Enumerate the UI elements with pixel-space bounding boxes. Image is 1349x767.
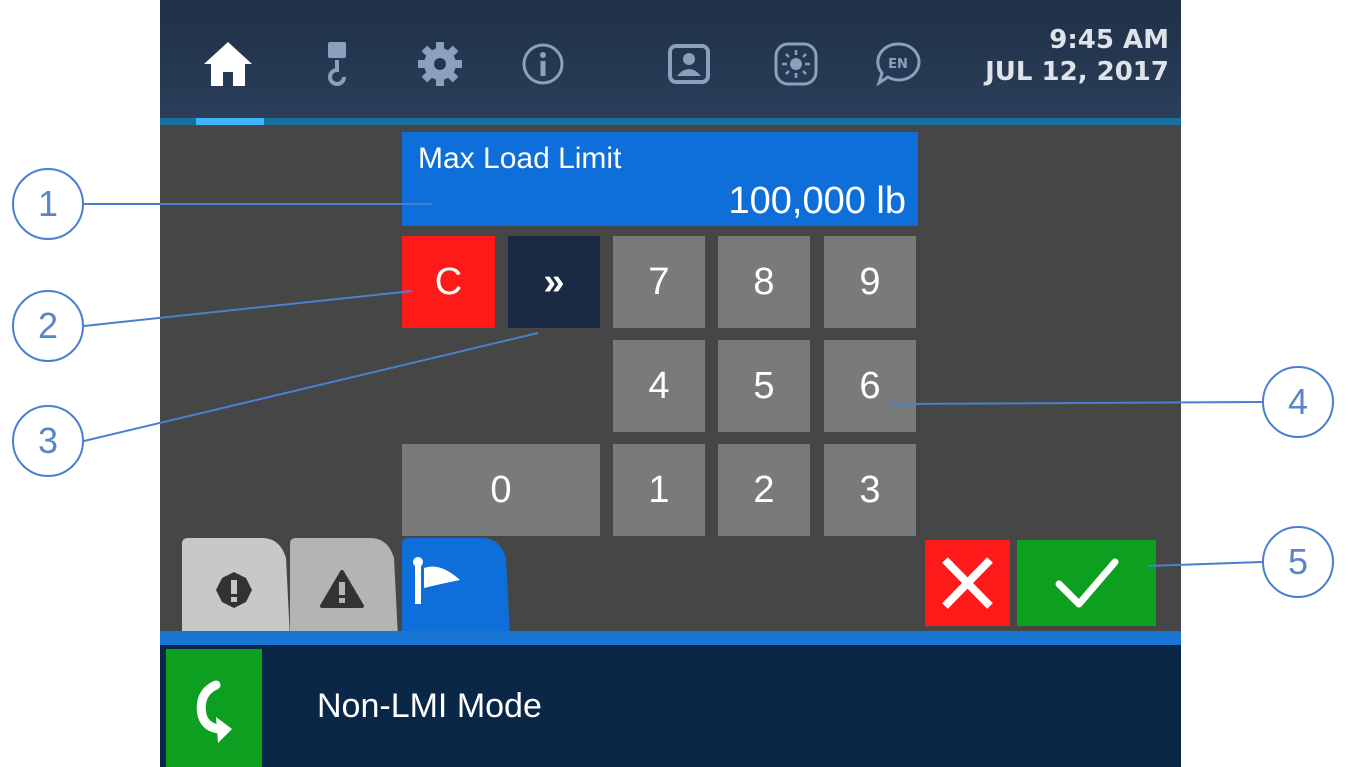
status-divider <box>160 631 1181 645</box>
checkmark-icon <box>1055 558 1119 608</box>
tab-alarms[interactable] <box>182 538 292 638</box>
key-8[interactable]: 8 <box>718 236 810 328</box>
mode-button[interactable] <box>166 649 262 767</box>
callout-3: 3 <box>12 405 84 477</box>
cancel-button[interactable] <box>925 540 1010 626</box>
date-display: JUL 12, 2017 <box>985 57 1169 87</box>
clear-key[interactable]: C <box>402 236 495 328</box>
active-tab-indicator <box>196 118 264 125</box>
language-icon[interactable]: EN <box>870 36 926 92</box>
home-icon[interactable] <box>200 36 256 92</box>
time-display: 9:45 AM <box>1049 25 1169 55</box>
gear-icon[interactable] <box>412 36 468 92</box>
key-1[interactable]: 1 <box>613 444 705 536</box>
key-3[interactable]: 3 <box>824 444 916 536</box>
callout-2: 2 <box>12 290 84 362</box>
next-key[interactable]: » <box>508 236 600 328</box>
crane-hook-icon[interactable] <box>310 36 346 92</box>
close-icon <box>942 557 993 609</box>
operator-icon[interactable] <box>662 36 718 92</box>
max-load-limit-field[interactable]: Max Load Limit 100,000 lb <box>402 132 918 226</box>
language-badge: EN <box>888 57 908 72</box>
field-label: Max Load Limit <box>418 142 622 175</box>
key-5[interactable]: 5 <box>718 340 810 432</box>
key-6[interactable]: 6 <box>824 340 916 432</box>
clock: 9:45 AM JUL 12, 2017 <box>985 24 1169 88</box>
field-value: 100,000 lb <box>728 180 907 222</box>
mode-label: Non-LMI Mode <box>317 687 542 725</box>
key-9[interactable]: 9 <box>824 236 916 328</box>
key-2[interactable]: 2 <box>718 444 810 536</box>
topbar-divider <box>160 118 1181 125</box>
curved-arrow-icon <box>196 680 232 743</box>
status-bar: Non-LMI Mode <box>160 645 1181 767</box>
callout-5: 5 <box>1262 526 1334 598</box>
brightness-icon[interactable] <box>768 36 824 92</box>
tab-flags[interactable] <box>402 538 512 638</box>
confirm-button[interactable] <box>1017 540 1156 626</box>
key-0[interactable]: 0 <box>402 444 600 536</box>
tab-warnings[interactable] <box>290 538 400 638</box>
top-bar: EN 9:45 AM JUL 12, 2017 <box>160 0 1181 118</box>
key-4[interactable]: 4 <box>613 340 705 432</box>
control-screen: EN 9:45 AM JUL 12, 2017 Max Load Limit 1… <box>160 0 1181 767</box>
key-7[interactable]: 7 <box>613 236 705 328</box>
info-icon[interactable] <box>515 36 571 92</box>
callout-1: 1 <box>12 168 84 240</box>
callout-4: 4 <box>1262 366 1334 438</box>
